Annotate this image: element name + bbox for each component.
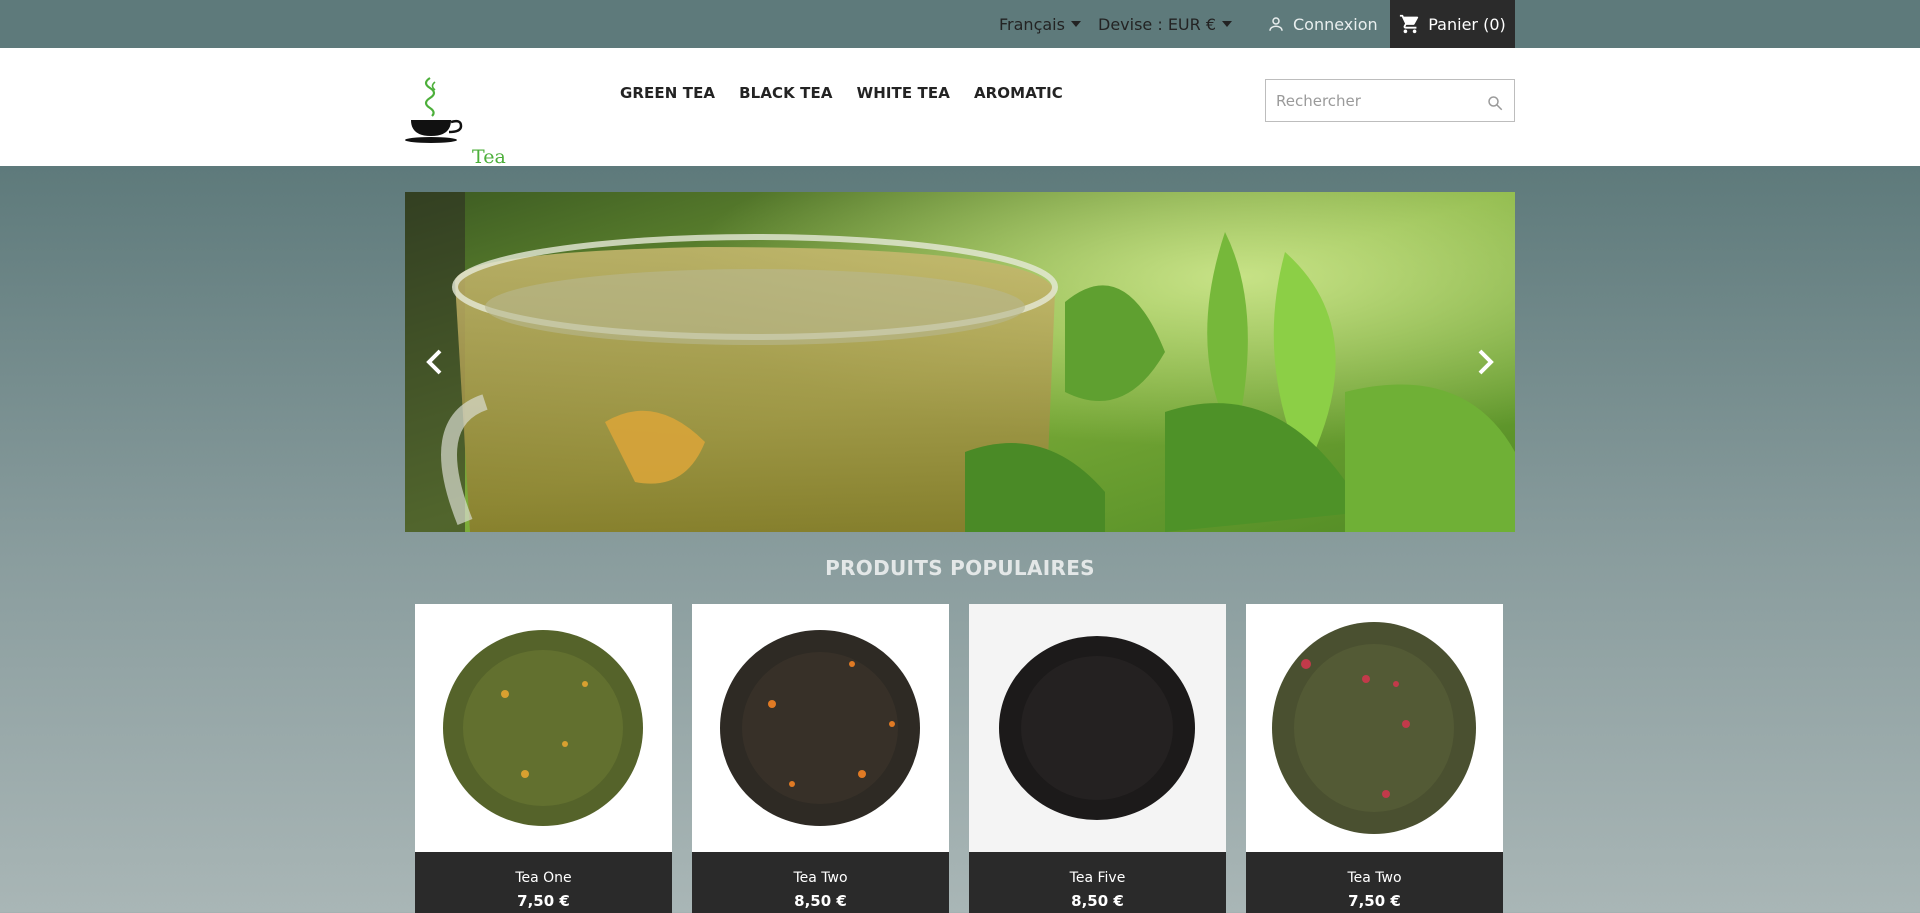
product-price: 7,50 € [517, 892, 570, 910]
tea-leaves-image [720, 630, 920, 826]
product-name[interactable]: Tea Two [1246, 870, 1503, 886]
caret-down-icon [1222, 21, 1233, 27]
menu-item-green-tea[interactable]: GREEN TEA [620, 84, 715, 102]
menu-item-white-tea[interactable]: WHITE TEA [857, 84, 950, 102]
language-selector[interactable]: Français [999, 0, 1081, 48]
site-header: Tea GREEN TEA BLACK TEA WHITE TEA AROMAT… [0, 48, 1920, 168]
cart-label: Panier (0) [1428, 14, 1506, 34]
login-link[interactable]: Connexion [1267, 0, 1378, 48]
caret-down-icon [1070, 21, 1081, 27]
section-title: PRODUITS POPULAIRES [825, 556, 1095, 580]
login-label: Connexion [1293, 14, 1378, 34]
tea-leaves-image [999, 636, 1195, 820]
product-price: 8,50 € [794, 892, 847, 910]
product-price: 8,50 € [1071, 892, 1124, 910]
product-info: Tea Five 8,50 € [969, 852, 1226, 913]
tea-cup-logo-icon [405, 77, 463, 143]
search-input[interactable] [1266, 80, 1514, 121]
cart-button[interactable]: Panier (0) [1390, 0, 1515, 48]
product-image[interactable] [692, 604, 949, 852]
top-bar-inner: Français Devise : EUR € Connexion Panier… [405, 0, 1515, 48]
main-menu: GREEN TEA BLACK TEA WHITE TEA AROMATIC [620, 84, 1087, 102]
product-info: Tea Two 8,50 € [692, 852, 949, 913]
hero-slide-image [405, 192, 1515, 532]
header-inner: Tea GREEN TEA BLACK TEA WHITE TEA AROMAT… [405, 48, 1515, 168]
tea-leaves-image [1272, 622, 1476, 834]
hero-slider [405, 192, 1515, 532]
search-box [1265, 79, 1515, 122]
product-name[interactable]: Tea Five [969, 870, 1226, 886]
menu-item-aromatic[interactable]: AROMATIC [974, 84, 1063, 102]
product-list: Tea One 7,50 € Tea Two 8,50 € Tea Five 8… [415, 604, 1505, 913]
product-price: 7,50 € [1348, 892, 1401, 910]
search-icon[interactable] [1486, 94, 1504, 112]
product-name[interactable]: Tea One [415, 870, 672, 886]
language-label: Français [999, 14, 1065, 34]
logo-text: Tea [472, 146, 506, 168]
top-bar: Français Devise : EUR € Connexion Panier… [0, 0, 1920, 48]
product-image[interactable] [1246, 604, 1503, 852]
currency-label: Devise : EUR € [1098, 14, 1217, 34]
slider-prev-button[interactable] [415, 342, 455, 382]
product-card[interactable]: Tea Two 7,50 € [1246, 604, 1503, 913]
user-icon [1269, 17, 1283, 31]
product-image[interactable] [415, 604, 672, 852]
currency-selector[interactable]: Devise : EUR € [1098, 0, 1233, 48]
product-card[interactable]: Tea Two 8,50 € [692, 604, 949, 913]
slider-next-button[interactable] [1465, 342, 1505, 382]
product-image[interactable] [969, 604, 1226, 852]
product-card[interactable]: Tea Five 8,50 € [969, 604, 1226, 913]
product-card[interactable]: Tea One 7,50 € [415, 604, 672, 913]
tea-leaves-image [443, 630, 643, 826]
product-info: Tea Two 7,50 € [1246, 852, 1503, 913]
chevron-right-icon [1478, 349, 1494, 375]
product-name[interactable]: Tea Two [692, 870, 949, 886]
product-info: Tea One 7,50 € [415, 852, 672, 913]
logo[interactable]: Tea [405, 76, 515, 168]
chevron-left-icon [426, 349, 442, 375]
menu-item-black-tea[interactable]: BLACK TEA [739, 84, 832, 102]
shopping-cart-icon [1400, 14, 1419, 34]
